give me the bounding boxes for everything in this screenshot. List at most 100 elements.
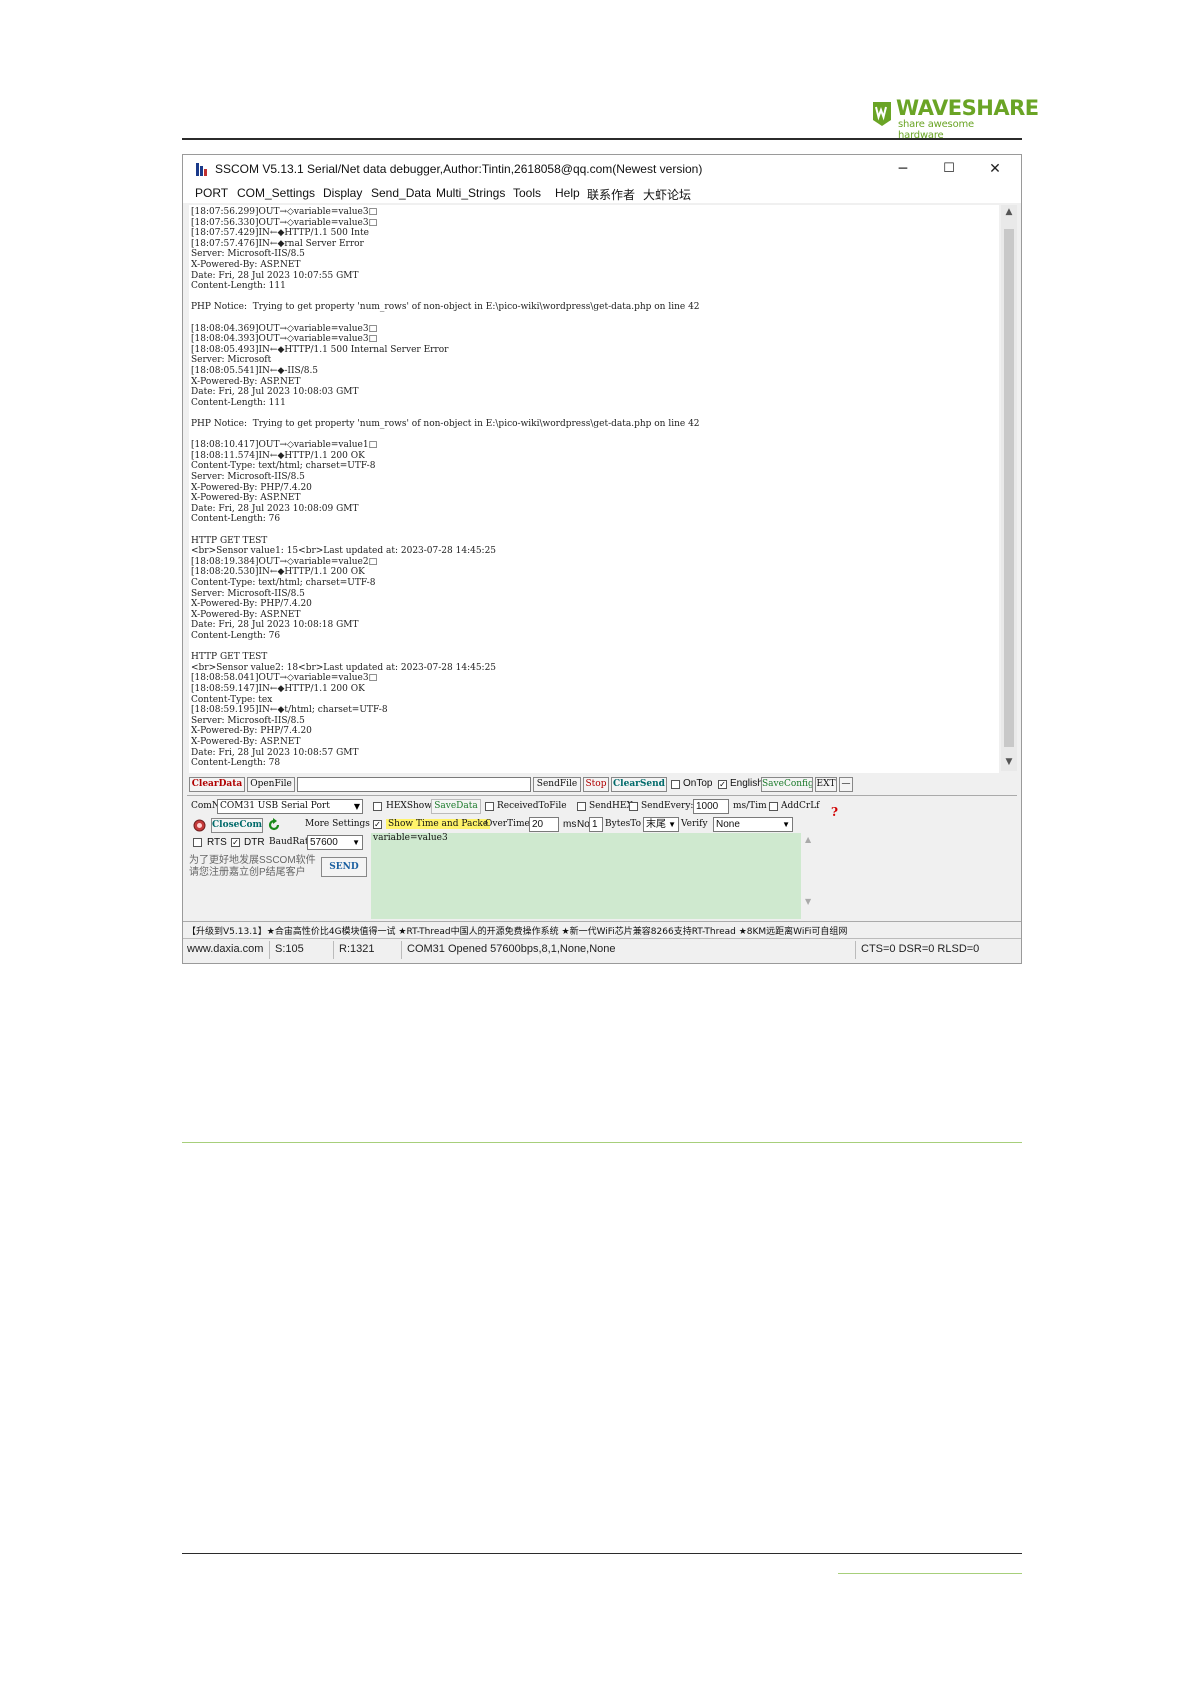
scroll-down-icon[interactable]: ▼ bbox=[805, 897, 811, 906]
baud-rate-select[interactable]: 57600 ▼ bbox=[307, 835, 363, 850]
log-line: [18:08:59.195]IN←◆t/html; charset=UTF-8 bbox=[191, 705, 388, 716]
send-button[interactable]: SEND bbox=[321, 857, 367, 877]
log-line: Date: Fri, 28 Jul 2023 10:08:18 GMT bbox=[191, 620, 359, 631]
send-every-input[interactable]: 1000 bbox=[693, 799, 729, 814]
scroll-down-icon[interactable]: ▼ bbox=[1001, 757, 1017, 767]
log-line: [18:08:05.541]IN←◆-IIS/8.5 bbox=[191, 366, 319, 376]
scroll-thumb[interactable] bbox=[1004, 229, 1014, 747]
log-line: HTTP GET TEST bbox=[191, 535, 268, 546]
overtime-input[interactable]: 20 bbox=[529, 817, 559, 832]
stop-button[interactable]: Stop bbox=[583, 777, 609, 792]
hex-show-checkbox[interactable] bbox=[373, 802, 382, 811]
log-line: PHP Notice: Trying to get property 'num_… bbox=[191, 302, 700, 313]
log-line: PHP Notice: Trying to get property 'num_… bbox=[191, 419, 700, 429]
menu-multi-strings[interactable]: Multi_Strings bbox=[436, 186, 505, 200]
footer-accent-rule bbox=[838, 1573, 1022, 1574]
menu-forum[interactable]: 大虾论坛 bbox=[643, 186, 691, 203]
open-file-button[interactable]: OpenFile bbox=[247, 777, 295, 792]
log-line: X-Powered-By: ASP.NET bbox=[191, 376, 301, 387]
menu-help[interactable]: Help bbox=[555, 186, 580, 200]
log-line: Server: Microsoft-IIS/8.5 bbox=[191, 715, 305, 726]
news-ticker: 【升级到V5.13.1】★合宙高性价比4G模块值得一试 ★RT-Thread中国… bbox=[183, 921, 1021, 938]
log-line: Content-Type: text/html; charset=UTF-8 bbox=[191, 578, 376, 588]
news-text[interactable]: 【升级到V5.13.1】★合宙高性价比4G模块值得一试 ★RT-Thread中国… bbox=[187, 924, 847, 937]
clear-data-button[interactable]: ClearData bbox=[189, 777, 245, 792]
log-line: [18:08:04.393]OUT→◇variable=value3□ bbox=[191, 334, 378, 345]
section-rule bbox=[182, 1142, 1022, 1143]
close-com-button[interactable]: CloseCom bbox=[211, 818, 263, 833]
log-line: Date: Fri, 28 Jul 2023 10:08:57 GMT bbox=[191, 747, 359, 758]
minimize-button[interactable]: ─ bbox=[883, 157, 923, 181]
menu-display[interactable]: Display bbox=[323, 186, 362, 200]
clear-send-button[interactable]: ClearSend bbox=[611, 777, 667, 792]
save-config-button[interactable]: SaveConfig bbox=[761, 777, 813, 792]
no-input[interactable]: 1 bbox=[589, 817, 603, 832]
bytes-to-select[interactable]: 末尾 ▼ bbox=[643, 817, 679, 832]
send-every-checkbox[interactable] bbox=[629, 802, 638, 811]
send-scrollbar[interactable]: ▲ ▼ bbox=[803, 833, 817, 919]
menu-tools[interactable]: Tools bbox=[513, 186, 541, 200]
waveshare-logo: WAVESHARE share awesome hardware bbox=[870, 96, 1039, 141]
receive-log[interactable]: [18:07:56.299]OUT→◇variable=value3□ [18:0… bbox=[189, 205, 999, 773]
log-line: Content-Length: 76 bbox=[191, 631, 281, 641]
refresh-icon[interactable] bbox=[267, 818, 281, 832]
close-button[interactable]: ✕ bbox=[975, 157, 1015, 181]
show-time-checkbox[interactable]: ✓ bbox=[373, 820, 382, 829]
menu-port[interactable]: PORT bbox=[195, 186, 228, 200]
file-path-field[interactable] bbox=[297, 777, 531, 792]
send-text-area[interactable]: variable=value3 bbox=[371, 833, 801, 919]
log-line: X-Powered-By: ASP.NET bbox=[191, 493, 301, 504]
add-crlf-checkbox[interactable] bbox=[769, 802, 778, 811]
overtime-label: OverTime: bbox=[485, 819, 533, 829]
com-port-select[interactable]: COM31 USB Serial Port ▼ bbox=[217, 799, 363, 814]
status-divider bbox=[269, 941, 270, 959]
chevron-down-icon: ▼ bbox=[668, 820, 676, 829]
english-checkbox[interactable]: ✓ bbox=[718, 780, 727, 789]
send-file-button[interactable]: SendFile bbox=[533, 777, 581, 792]
maximize-button[interactable]: ☐ bbox=[929, 157, 969, 181]
help-icon[interactable]: ? bbox=[831, 805, 838, 819]
log-line: [18:08:58.041]OUT→◇variable=value3□ bbox=[191, 673, 378, 684]
log-line: Content-Length: 76 bbox=[191, 514, 281, 525]
com-port-value: COM31 USB Serial Port bbox=[220, 801, 330, 811]
dtr-label: DTR bbox=[244, 837, 265, 848]
rts-checkbox[interactable] bbox=[193, 838, 202, 847]
hex-show-label: HEXShow bbox=[386, 801, 432, 811]
ontop-checkbox[interactable] bbox=[671, 780, 680, 789]
rts-label: RTS bbox=[207, 837, 227, 848]
log-line: Server: Microsoft-IIS/8.5 bbox=[191, 588, 305, 599]
send-hex-checkbox[interactable] bbox=[577, 802, 586, 811]
status-port-state: COM31 Opened 57600bps,8,1,None,None bbox=[407, 943, 616, 955]
status-divider bbox=[333, 941, 334, 959]
log-line: Date: Fri, 28 Jul 2023 10:08:09 GMT bbox=[191, 503, 359, 514]
register-promo[interactable]: 为了更好地发展SSCOM软件 请您注册嘉立创P结尾客户 bbox=[189, 855, 316, 879]
chevron-down-icon: ▼ bbox=[353, 802, 360, 811]
status-website[interactable]: www.daxia.com bbox=[187, 943, 263, 955]
ms-tim-label: ms/Tim bbox=[733, 801, 767, 811]
more-settings-link[interactable]: More Settings bbox=[305, 819, 370, 829]
status-received-count: R:1321 bbox=[339, 943, 375, 955]
menu-send-data[interactable]: Send_Data bbox=[371, 186, 431, 200]
log-line: Content-Length: 111 bbox=[191, 397, 286, 408]
bytes-to-label: BytesTo bbox=[605, 819, 641, 829]
collapse-button[interactable]: — bbox=[839, 777, 853, 792]
log-line: [18:07:57.476]IN←◆rnal Server Error bbox=[191, 238, 364, 249]
status-divider bbox=[401, 941, 402, 959]
log-line: Server: Microsoft-IIS/8.5 bbox=[191, 249, 305, 260]
status-sent-count: S:105 bbox=[275, 943, 304, 955]
save-data-button[interactable]: SaveData bbox=[431, 799, 481, 814]
dtr-checkbox[interactable]: ✓ bbox=[231, 838, 240, 847]
menu-contact-author[interactable]: 联系作者 bbox=[587, 186, 635, 203]
menu-com-settings[interactable]: COM_Settings bbox=[237, 186, 315, 200]
show-time-label: Show Time and Packe bbox=[386, 819, 491, 829]
verify-select[interactable]: None ▼ bbox=[713, 817, 793, 832]
scroll-up-icon[interactable]: ▲ bbox=[805, 835, 811, 844]
ext-button[interactable]: EXT bbox=[815, 777, 837, 792]
received-to-file-checkbox[interactable] bbox=[485, 802, 494, 811]
log-line: Content-Type: text/html; charset=UTF-8 bbox=[191, 461, 376, 472]
baud-rate-value: 57600 bbox=[310, 837, 338, 848]
log-line: Server: Microsoft-IIS/8.5 bbox=[191, 472, 305, 482]
port-status-icon bbox=[193, 819, 206, 832]
log-scrollbar[interactable]: ▲ ▼ bbox=[1001, 205, 1017, 771]
scroll-up-icon[interactable]: ▲ bbox=[1001, 207, 1017, 217]
